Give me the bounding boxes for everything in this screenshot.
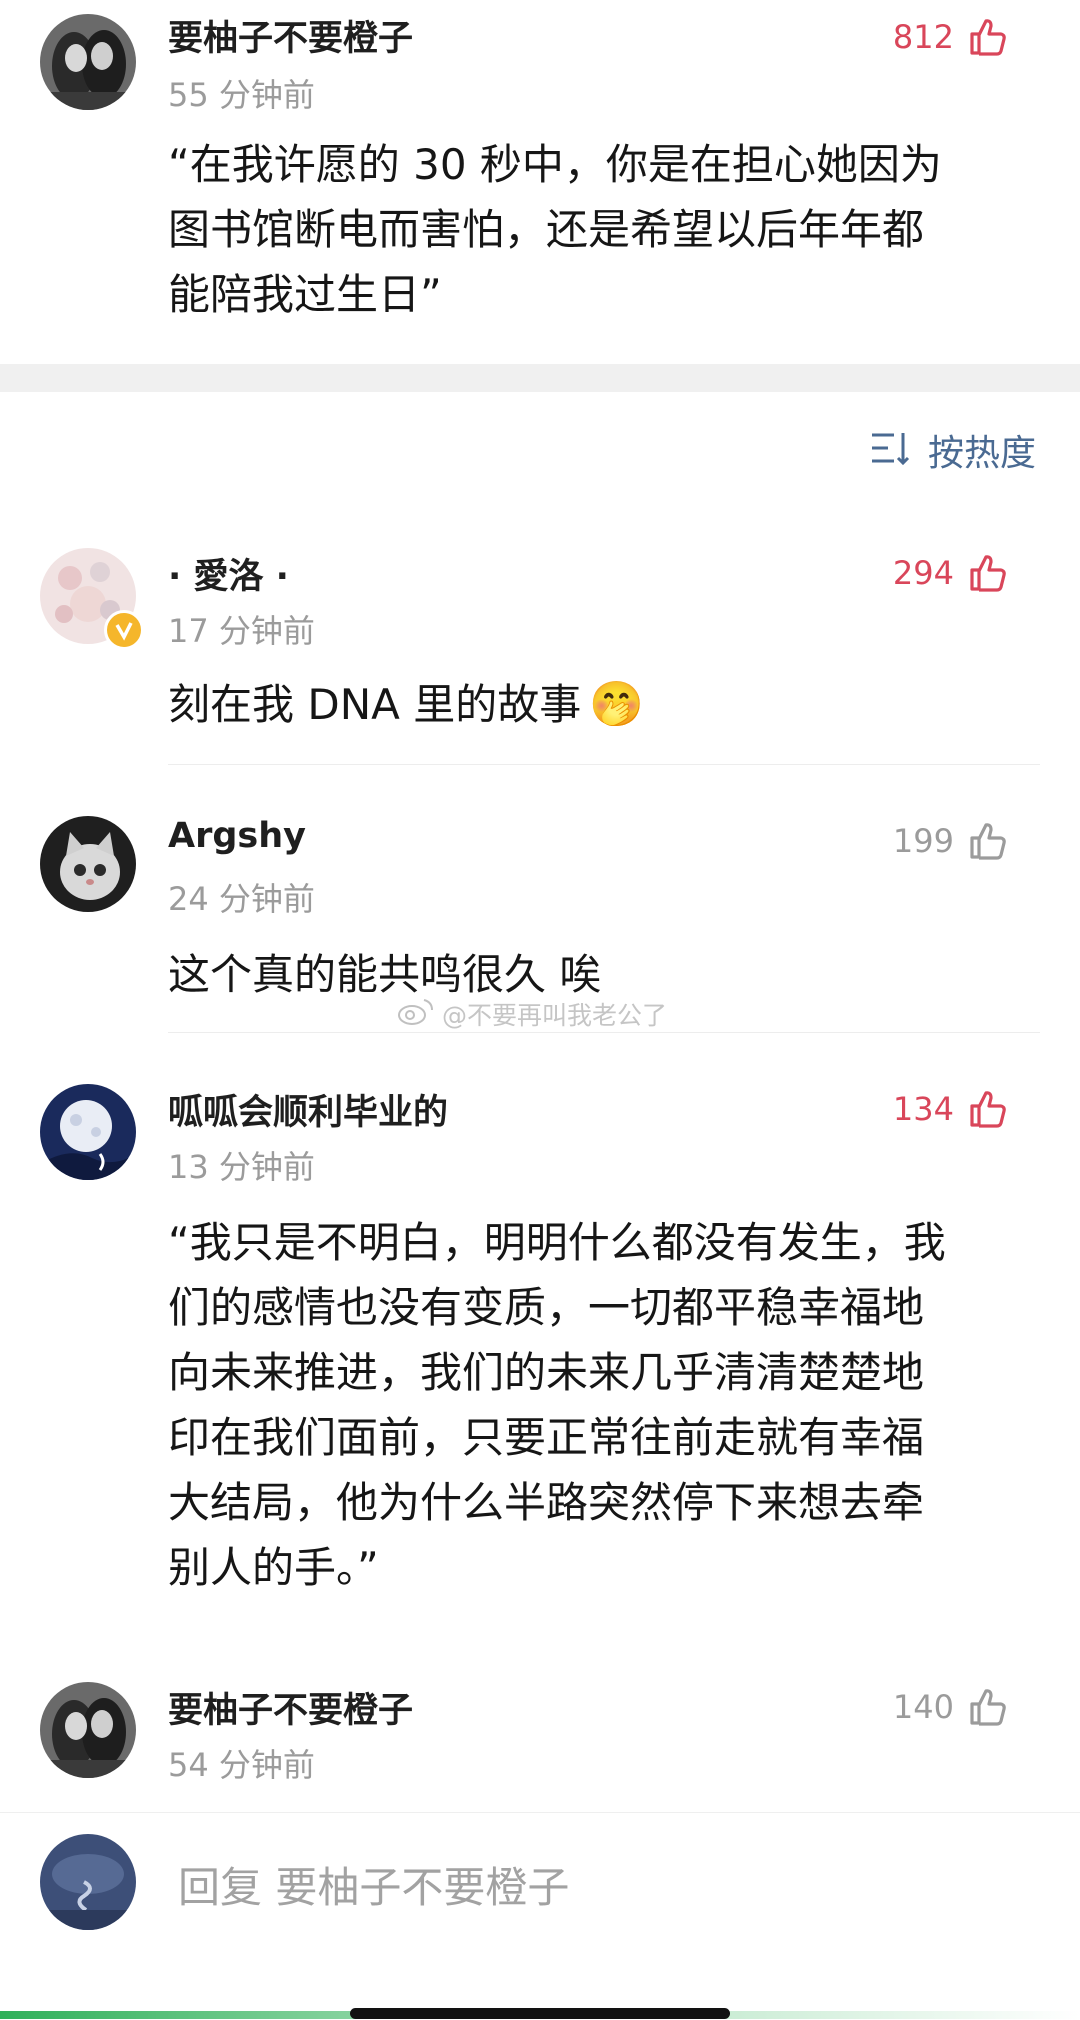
- like-count: 134: [892, 1090, 954, 1128]
- weibo-logo-icon: [396, 996, 436, 1032]
- thumbs-up-icon: [966, 552, 1008, 594]
- thumbs-up-icon: [966, 820, 1008, 862]
- like-button[interactable]: 134: [893, 1088, 1008, 1130]
- comment-text: “在我许愿的 30 秒中，你是在担心她因为 图书馆断电而害怕，还是希望以后年年都…: [168, 140, 942, 319]
- divider: [168, 1032, 1040, 1033]
- home-indicator[interactable]: [350, 2008, 730, 2019]
- thumbs-up-icon: [966, 1686, 1008, 1728]
- avatar[interactable]: [40, 14, 136, 110]
- thumbs-up-icon: [966, 16, 1008, 58]
- comment-time: 13 分钟前: [168, 1148, 315, 1186]
- like-button[interactable]: 199: [893, 820, 1008, 862]
- sort-lines-icon: [870, 431, 914, 469]
- like-count: 812: [892, 18, 954, 56]
- avatar[interactable]: [40, 1084, 136, 1180]
- like-button[interactable]: 140: [893, 1686, 1008, 1728]
- sort-label: 按热度: [927, 433, 1036, 474]
- section-separator: [0, 364, 1080, 392]
- sort-toggle[interactable]: 按热度: [870, 424, 1036, 476]
- watermark: @不要再叫我老公了: [396, 996, 667, 1032]
- comment-text: “我只是不明白，明明什么都没有发生，我 们的感情也没有变质，一切都平稳幸福地 向…: [168, 1218, 946, 1592]
- comment-time: 55 分钟前: [168, 76, 315, 114]
- reply-input[interactable]: 回复 要柚子不要橙子: [178, 1854, 569, 1915]
- avatar[interactable]: [40, 1682, 136, 1778]
- comment-author[interactable]: · 愛洛 ·: [168, 548, 289, 599]
- my-avatar: [40, 1834, 136, 1930]
- comment-author[interactable]: Argshy: [168, 816, 306, 856]
- comment-text: 刻在我 DNA 里的故事 🤭: [168, 672, 1038, 737]
- comment-time: 24 分钟前: [168, 880, 315, 918]
- comment-author[interactable]: 呱呱会顺利毕业的: [168, 1084, 448, 1135]
- comment-author[interactable]: 要柚子不要橙子: [168, 10, 413, 61]
- like-count: 294: [892, 554, 954, 592]
- comment-author[interactable]: 要柚子不要橙子: [168, 1682, 413, 1733]
- like-button[interactable]: 812: [893, 16, 1008, 58]
- thumbs-up-icon: [966, 1088, 1008, 1130]
- emoji: 🤭: [589, 679, 644, 730]
- like-count: 140: [892, 1688, 954, 1726]
- like-count: 199: [892, 822, 954, 860]
- verified-badge-icon: [104, 610, 144, 650]
- comment-time: 54 分钟前: [168, 1746, 315, 1784]
- like-button[interactable]: 294: [893, 552, 1008, 594]
- divider: [168, 764, 1040, 765]
- comment-time: 17 分钟前: [168, 612, 315, 650]
- avatar[interactable]: [40, 816, 136, 912]
- reply-bar: [0, 1812, 1080, 2020]
